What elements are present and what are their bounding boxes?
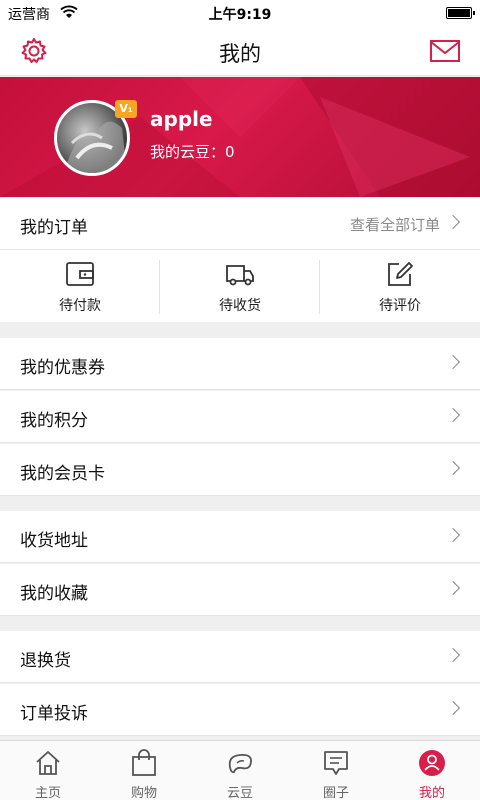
edit-icon — [388, 262, 413, 286]
tab-circle[interactable]: 圈子 — [288, 741, 384, 800]
chevron-right-icon — [445, 700, 461, 716]
vip-badge: V₁ — [115, 100, 137, 118]
member-card-row[interactable]: 我的会员卡 — [0, 444, 480, 496]
returns-row[interactable]: 退换货 — [0, 631, 480, 683]
user-icon — [419, 750, 445, 776]
complaints-row[interactable]: 订单投诉 — [0, 684, 480, 736]
member-card-label: 我的会员卡 — [20, 464, 105, 484]
tab-shopping-label: 购物 — [130, 786, 157, 800]
chevron-right-icon — [445, 647, 461, 663]
tab-home[interactable]: 主页 — [0, 741, 96, 800]
pending-payment-label: 待付款 — [59, 298, 101, 314]
coupons-label: 我的优惠券 — [20, 358, 105, 378]
tab-shopping[interactable]: 购物 — [96, 741, 192, 800]
status-bar: 运营商 上午9:19 — [0, 0, 480, 26]
wallet-icon — [66, 262, 94, 286]
nav-bar: 我的 — [0, 26, 480, 76]
chevron-right-icon — [445, 214, 461, 230]
returns-label: 退换货 — [20, 651, 71, 671]
pending-payment-button[interactable]: 待付款 — [0, 250, 160, 322]
points-row[interactable]: 我的积分 — [0, 391, 480, 443]
truck-icon — [226, 265, 254, 286]
order-status-bar: 待付款 待收货 待评价 — [0, 250, 480, 322]
page-title: 我的 — [219, 42, 261, 66]
mail-icon[interactable] — [430, 40, 460, 62]
pending-review-button[interactable]: 待评价 — [320, 250, 480, 322]
chevron-right-icon — [445, 354, 461, 370]
home-icon — [36, 751, 60, 775]
my-orders-label: 我的订单 — [20, 218, 88, 238]
shipping-address-label: 收货地址 — [20, 531, 88, 551]
chevron-right-icon — [445, 460, 461, 476]
username: apple — [150, 107, 213, 131]
tab-mine-label: 我的 — [418, 786, 445, 800]
tab-beans[interactable]: 云豆 — [192, 741, 288, 800]
tab-home-label: 主页 — [34, 786, 61, 800]
beans-count: 我的云豆：0 — [150, 143, 235, 161]
chevron-right-icon — [445, 580, 461, 596]
coupons-row[interactable]: 我的优惠券 — [0, 338, 480, 390]
pending-receipt-label: 待收货 — [219, 298, 261, 314]
bean-icon — [228, 753, 252, 774]
chevron-right-icon — [445, 527, 461, 543]
tab-mine[interactable]: 我的 — [384, 741, 480, 800]
complaints-label: 订单投诉 — [20, 704, 88, 724]
favorites-row[interactable]: 我的收藏 — [0, 564, 480, 616]
tab-beans-label: 云豆 — [226, 786, 253, 800]
points-label: 我的积分 — [20, 411, 88, 431]
favorites-label: 我的收藏 — [20, 584, 88, 604]
pending-receipt-button[interactable]: 待收货 — [160, 250, 320, 322]
shipping-address-row[interactable]: 收货地址 — [0, 511, 480, 563]
my-orders-row[interactable]: 我的订单 查看全部订单 — [0, 198, 480, 250]
view-all-orders-link[interactable]: 查看全部订单 — [350, 214, 440, 235]
tab-bar: 主页 购物 云豆 圈子 我的 — [0, 740, 480, 800]
chat-icon — [324, 751, 348, 775]
profile-banner[interactable]: V₁ apple 我的云豆：0 — [0, 77, 480, 197]
tab-circle-label: 圈子 — [322, 786, 349, 800]
status-time: 上午9:19 — [208, 7, 272, 23]
chevron-right-icon — [445, 407, 461, 423]
shopping-bag-icon — [132, 749, 156, 776]
pending-review-label: 待评价 — [379, 298, 421, 314]
battery-icon — [446, 7, 475, 19]
